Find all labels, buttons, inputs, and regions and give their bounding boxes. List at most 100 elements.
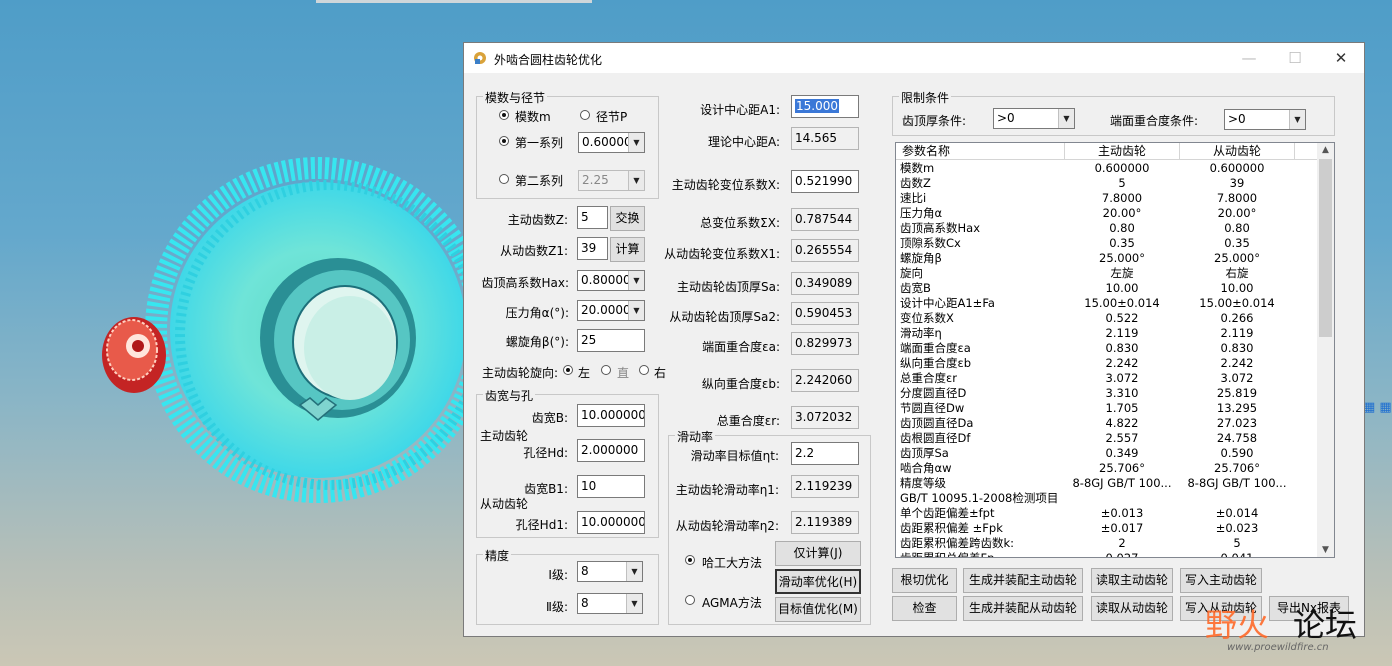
b1-input[interactable]: 10 xyxy=(577,475,645,498)
table-row[interactable]: 精度等级 8-8GJ GB/T 100... 8-8GJ GB/T 100... xyxy=(896,476,1319,491)
table-row[interactable]: 齿宽B 10.00 10.00 xyxy=(896,281,1319,296)
table-row[interactable]: 齿距累积偏差跨齿数k: 2 5 xyxy=(896,536,1319,551)
results-table[interactable]: 参数名称 主动齿轮 从动齿轮 模数m 0.600000 0.600000 齿数Z 5 39… xyxy=(895,142,1335,558)
hax-select[interactable]: 0.80000 ▼ xyxy=(577,270,645,291)
chevron-down-icon[interactable]: ▼ xyxy=(626,562,642,581)
simulate-button[interactable]: 仅计算(J) xyxy=(775,541,861,566)
chevron-down-icon[interactable]: ▼ xyxy=(628,133,644,152)
table-row[interactable]: 齿根圆直径Df 2.557 24.758 xyxy=(896,431,1319,446)
scroll-up-icon[interactable]: ▲ xyxy=(1317,143,1334,157)
chevron-down-icon[interactable]: ▼ xyxy=(628,271,644,290)
hd-input[interactable]: 2.000000 xyxy=(577,439,645,462)
slide-optimize-button[interactable]: 滑动率优化(H) xyxy=(775,569,861,594)
scroll-down-icon[interactable]: ▼ xyxy=(1317,543,1334,557)
header-drive[interactable]: 主动齿轮 xyxy=(1065,143,1180,160)
scroll-thumb[interactable] xyxy=(1319,159,1332,337)
swap-button[interactable]: 交换 xyxy=(610,206,645,231)
series2-select[interactable]: 2.25 ▼ xyxy=(578,170,645,191)
series2-radio-label: 第二系列 xyxy=(515,174,564,188)
row-drive-value: ±0.013 xyxy=(1100,506,1144,520)
table-row[interactable]: 模数m 0.600000 0.600000 xyxy=(896,161,1319,176)
b-input[interactable]: 10.000000 xyxy=(577,404,645,427)
slide-target-input[interactable]: 2.2 xyxy=(791,442,859,465)
cad-viewport[interactable] xyxy=(0,0,463,666)
table-row[interactable]: 顶隙系数Cx 0.35 0.35 xyxy=(896,236,1319,251)
maximize-button[interactable]: ☐ xyxy=(1272,43,1318,73)
table-row[interactable]: 端面重合度εa 0.830 0.830 xyxy=(896,341,1319,356)
hd1-input[interactable]: 10.000000 xyxy=(577,511,645,534)
table-row[interactable]: 齿顶厚Sa 0.349 0.590 xyxy=(896,446,1319,461)
agma-method-radio[interactable] xyxy=(685,595,695,605)
hand-right-radio[interactable] xyxy=(639,365,649,375)
table-row[interactable]: 单个齿距偏差±fpt ±0.013 ±0.014 xyxy=(896,506,1319,521)
pitch-radio[interactable] xyxy=(580,110,590,120)
table-row[interactable]: 压力角α 20.00° 20.00° xyxy=(896,206,1319,221)
row-driven-value: 2.119 xyxy=(1220,326,1254,340)
hand-straight-radio[interactable] xyxy=(601,365,611,375)
read-driven-button[interactable]: 读取从动齿轮 xyxy=(1091,596,1173,621)
series1-radio[interactable] xyxy=(499,136,509,146)
grade2-select[interactable]: 8 ▼ xyxy=(577,593,643,614)
chevron-down-icon[interactable]: ▼ xyxy=(628,301,644,320)
table-scrollbar[interactable]: ▲ ▼ xyxy=(1317,143,1334,557)
center-param-label: 主动齿轮变位系数X: xyxy=(671,178,780,192)
view-toolbar-icons[interactable]: ▦ ▦ xyxy=(1363,400,1392,420)
close-button[interactable]: ✕ xyxy=(1318,43,1364,73)
table-row[interactable]: GB/T 10095.1-2008检测项目 xyxy=(896,491,1319,506)
center-param-value[interactable]: 0.521990 xyxy=(791,170,859,193)
agma-method-label: AGMA方法 xyxy=(702,596,762,610)
overlap-condition-select[interactable]: >0 ▼ xyxy=(1224,109,1306,130)
table-row[interactable]: 齿距累积偏差 ±Fpk ±0.017 ±0.023 xyxy=(896,521,1319,536)
helix-angle-input[interactable]: 25 xyxy=(577,329,645,352)
table-row[interactable]: 齿数Z 5 39 xyxy=(896,176,1319,191)
table-row[interactable]: 啮合角αw 25.706° 25.706° xyxy=(896,461,1319,476)
grade1-select[interactable]: 8 ▼ xyxy=(577,561,643,582)
header-param[interactable]: 参数名称 xyxy=(896,143,1065,160)
pressure-angle-select[interactable]: 20.0000 ▼ xyxy=(577,300,645,321)
check-button[interactable]: 检查 xyxy=(892,596,957,621)
chevron-down-icon[interactable]: ▼ xyxy=(1058,109,1074,128)
series1-select[interactable]: 0.60000 ▼ xyxy=(578,132,645,153)
drive-gear-model[interactable] xyxy=(102,317,166,393)
row-param-name: 齿宽B xyxy=(900,281,931,295)
chevron-down-icon[interactable]: ▼ xyxy=(1289,110,1305,129)
table-row[interactable]: 纵向重合度εb 2.242 2.242 xyxy=(896,356,1319,371)
table-row[interactable]: 齿距累积总偏差Fp 0.027 0.041 xyxy=(896,551,1319,557)
driven-gear-model[interactable] xyxy=(145,157,463,503)
row-driven-value: 0.590 xyxy=(1220,446,1254,460)
table-row[interactable]: 齿顶高系数Hax 0.80 0.80 xyxy=(896,221,1319,236)
center-param-value[interactable]: 15.000 xyxy=(791,95,859,118)
minimize-button[interactable]: — xyxy=(1226,43,1272,73)
table-row[interactable]: 速比i 7.8000 7.8000 xyxy=(896,191,1319,206)
tip-thickness-select[interactable]: >0 ▼ xyxy=(993,108,1075,129)
hand-label: 主动齿轮旋向: xyxy=(482,366,559,380)
row-param-name: 纵向重合度εb xyxy=(900,356,972,370)
root-cut-button[interactable]: 根切优化 xyxy=(892,568,957,593)
chevron-down-icon[interactable]: ▼ xyxy=(626,594,642,613)
z2-input[interactable]: 39 xyxy=(577,237,608,260)
read-drive-button[interactable]: 读取主动齿轮 xyxy=(1091,568,1173,593)
target-optimize-button[interactable]: 目标值优化(M) xyxy=(775,597,861,622)
hand-left-radio[interactable] xyxy=(563,365,573,375)
table-row[interactable]: 变位系数X 0.522 0.266 xyxy=(896,311,1319,326)
z1-input[interactable]: 5 xyxy=(577,206,608,229)
table-row[interactable]: 总重合度εr 3.072 3.072 xyxy=(896,371,1319,386)
table-row[interactable]: 节圆直径Dw 1.705 13.295 xyxy=(896,401,1319,416)
table-row[interactable]: 设计中心距A1±Fa 15.00±0.014 15.00±0.014 xyxy=(896,296,1319,311)
module-radio[interactable] xyxy=(499,110,509,120)
table-row[interactable]: 旋向 左旋 右旋 xyxy=(896,266,1319,281)
generate-driven-button[interactable]: 生成并装配从动齿轮 xyxy=(963,596,1083,621)
series2-radio[interactable] xyxy=(499,174,509,184)
watermark-text-1: 野火 xyxy=(1205,606,1270,644)
center-param-label: 总重合度εr: xyxy=(716,414,780,428)
table-row[interactable]: 螺旋角β 25.000° 25.000° xyxy=(896,251,1319,266)
header-driven[interactable]: 从动齿轮 xyxy=(1180,143,1295,160)
generate-drive-button[interactable]: 生成并装配主动齿轮 xyxy=(963,568,1083,593)
calculate-button[interactable]: 计算 xyxy=(610,237,645,262)
table-row[interactable]: 齿顶圆直径Da 4.822 27.023 xyxy=(896,416,1319,431)
hit-method-radio[interactable] xyxy=(685,555,695,565)
write-drive-button[interactable]: 写入主动齿轮 xyxy=(1180,568,1262,593)
chevron-down-icon[interactable]: ▼ xyxy=(628,171,644,190)
table-row[interactable]: 滑动率η 2.119 2.119 xyxy=(896,326,1319,341)
table-row[interactable]: 分度圆直径D 3.310 25.819 xyxy=(896,386,1319,401)
